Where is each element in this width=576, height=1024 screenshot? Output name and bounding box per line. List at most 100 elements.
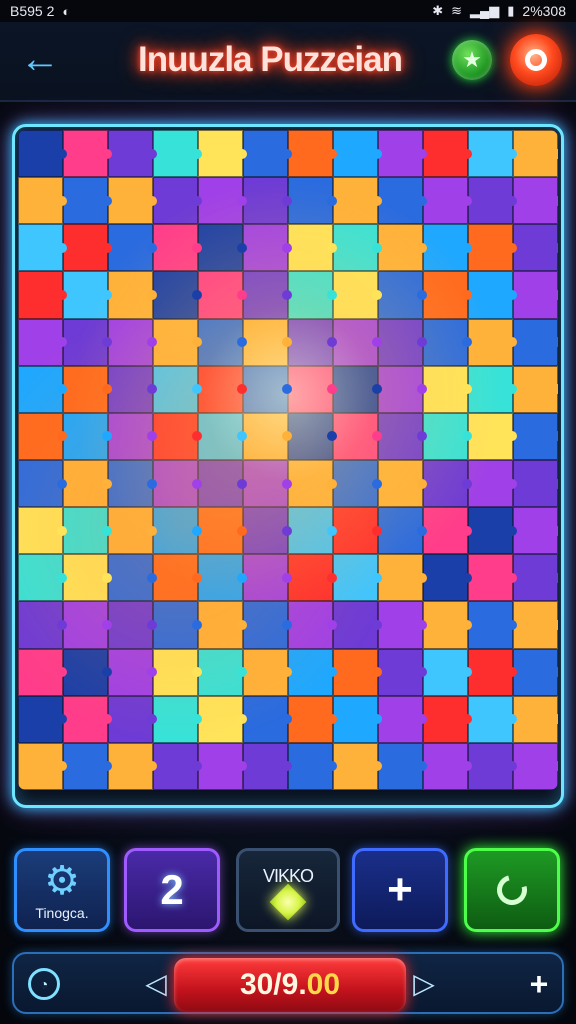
puzzle-piece[interactable] bbox=[333, 130, 382, 178]
puzzle-piece[interactable] bbox=[18, 601, 67, 649]
puzzle-piece[interactable] bbox=[423, 742, 472, 790]
puzzle-piece[interactable] bbox=[108, 507, 157, 555]
puzzle-piece[interactable] bbox=[198, 742, 247, 790]
puzzle-piece[interactable] bbox=[198, 412, 247, 460]
puzzle-piece[interactable] bbox=[378, 507, 427, 555]
puzzle-piece[interactable] bbox=[423, 459, 472, 508]
puzzle-piece[interactable] bbox=[468, 271, 517, 319]
puzzle-piece[interactable] bbox=[108, 365, 157, 413]
puzzle-piece[interactable] bbox=[18, 365, 67, 413]
puzzle-piece[interactable] bbox=[108, 554, 157, 602]
puzzle-piece[interactable] bbox=[333, 177, 382, 225]
puzzle-piece[interactable] bbox=[18, 318, 67, 366]
puzzle-piece[interactable] bbox=[63, 271, 112, 319]
puzzle-piece[interactable] bbox=[108, 601, 157, 649]
puzzle-piece[interactable] bbox=[468, 554, 517, 602]
puzzle-piece[interactable] bbox=[378, 554, 427, 602]
puzzle-piece[interactable] bbox=[513, 365, 558, 413]
puzzle-piece[interactable] bbox=[468, 130, 517, 178]
puzzle-piece[interactable] bbox=[468, 412, 517, 460]
puzzle-piece[interactable] bbox=[423, 271, 472, 319]
puzzle-piece[interactable] bbox=[243, 459, 292, 508]
puzzle-piece[interactable] bbox=[288, 318, 337, 366]
puzzle-piece[interactable] bbox=[198, 459, 247, 508]
puzzle-piece[interactable] bbox=[333, 224, 382, 272]
puzzle-piece[interactable] bbox=[198, 130, 247, 178]
puzzle-piece[interactable] bbox=[513, 742, 558, 790]
puzzle-piece[interactable] bbox=[153, 271, 202, 319]
puzzle-piece[interactable] bbox=[333, 412, 382, 460]
puzzle-piece[interactable] bbox=[378, 177, 427, 225]
puzzle-piece[interactable] bbox=[63, 459, 112, 508]
puzzle-piece[interactable] bbox=[243, 695, 292, 743]
puzzle-piece[interactable] bbox=[153, 695, 202, 743]
puzzle-piece[interactable] bbox=[378, 742, 427, 790]
puzzle-piece[interactable] bbox=[63, 742, 112, 790]
puzzle-piece[interactable] bbox=[333, 318, 382, 366]
puzzle-piece[interactable] bbox=[333, 507, 382, 555]
puzzle-piece[interactable] bbox=[153, 459, 202, 508]
puzzle-piece[interactable] bbox=[63, 695, 112, 743]
puzzle-piece[interactable] bbox=[63, 507, 112, 555]
puzzle-piece[interactable] bbox=[153, 742, 202, 790]
puzzle-piece[interactable] bbox=[288, 224, 337, 272]
puzzle-piece[interactable] bbox=[378, 318, 427, 366]
puzzle-piece[interactable] bbox=[153, 554, 202, 602]
puzzle-piece[interactable] bbox=[513, 224, 558, 272]
puzzle-piece[interactable] bbox=[153, 601, 202, 649]
puzzle-piece[interactable] bbox=[153, 507, 202, 555]
puzzle-piece[interactable] bbox=[63, 224, 112, 272]
puzzle-piece[interactable] bbox=[18, 459, 67, 508]
puzzle-piece[interactable] bbox=[153, 318, 202, 366]
puzzle-piece[interactable] bbox=[423, 648, 472, 696]
puzzle-piece[interactable] bbox=[18, 554, 67, 602]
puzzle-piece[interactable] bbox=[288, 554, 337, 602]
puzzle-piece[interactable] bbox=[153, 224, 202, 272]
puzzle-piece[interactable] bbox=[468, 742, 517, 790]
puzzle-piece[interactable] bbox=[108, 459, 157, 508]
puzzle-piece[interactable] bbox=[198, 224, 247, 272]
puzzle-piece[interactable] bbox=[288, 695, 337, 743]
puzzle-piece[interactable] bbox=[513, 507, 558, 555]
puzzle-piece[interactable] bbox=[153, 177, 202, 225]
puzzle-piece[interactable] bbox=[243, 507, 292, 555]
puzzle-piece[interactable] bbox=[378, 130, 427, 178]
puzzle-piece[interactable] bbox=[108, 412, 157, 460]
puzzle-piece[interactable] bbox=[423, 554, 472, 602]
puzzle-piece[interactable] bbox=[288, 742, 337, 790]
puzzle-piece[interactable] bbox=[468, 507, 517, 555]
puzzle-piece[interactable] bbox=[513, 648, 558, 696]
puzzle-piece[interactable] bbox=[198, 695, 247, 743]
puzzle-piece[interactable] bbox=[288, 601, 337, 649]
puzzle-piece[interactable] bbox=[288, 365, 337, 413]
puzzle-piece[interactable] bbox=[333, 742, 382, 790]
puzzle-piece[interactable] bbox=[108, 742, 157, 790]
puzzle-piece[interactable] bbox=[333, 365, 382, 413]
puzzle-piece[interactable] bbox=[18, 507, 67, 555]
puzzle-piece[interactable] bbox=[468, 459, 517, 508]
puzzle-piece[interactable] bbox=[468, 695, 517, 743]
puzzle-piece[interactable] bbox=[378, 412, 427, 460]
puzzle-piece[interactable] bbox=[513, 318, 558, 366]
puzzle-piece[interactable] bbox=[423, 695, 472, 743]
puzzle-piece[interactable] bbox=[468, 177, 517, 225]
puzzle-piece[interactable] bbox=[198, 554, 247, 602]
puzzle-piece[interactable] bbox=[18, 177, 67, 225]
puzzle-piece[interactable] bbox=[513, 130, 558, 178]
puzzle-piece[interactable] bbox=[378, 224, 427, 272]
puzzle-piece[interactable] bbox=[288, 648, 337, 696]
puzzle-piece[interactable] bbox=[333, 554, 382, 602]
puzzle-piece[interactable] bbox=[108, 648, 157, 696]
puzzle-piece[interactable] bbox=[288, 271, 337, 319]
puzzle-piece[interactable] bbox=[63, 648, 112, 696]
puzzle-piece[interactable] bbox=[468, 365, 517, 413]
puzzle-piece[interactable] bbox=[63, 554, 112, 602]
puzzle-piece[interactable] bbox=[333, 601, 382, 649]
puzzle-piece[interactable] bbox=[108, 130, 157, 178]
puzzle-piece[interactable] bbox=[198, 365, 247, 413]
puzzle-piece[interactable] bbox=[243, 224, 292, 272]
puzzle-piece[interactable] bbox=[198, 177, 247, 225]
puzzle-piece[interactable] bbox=[153, 648, 202, 696]
puzzle-piece[interactable] bbox=[243, 742, 292, 790]
puzzle-piece[interactable] bbox=[198, 271, 247, 319]
